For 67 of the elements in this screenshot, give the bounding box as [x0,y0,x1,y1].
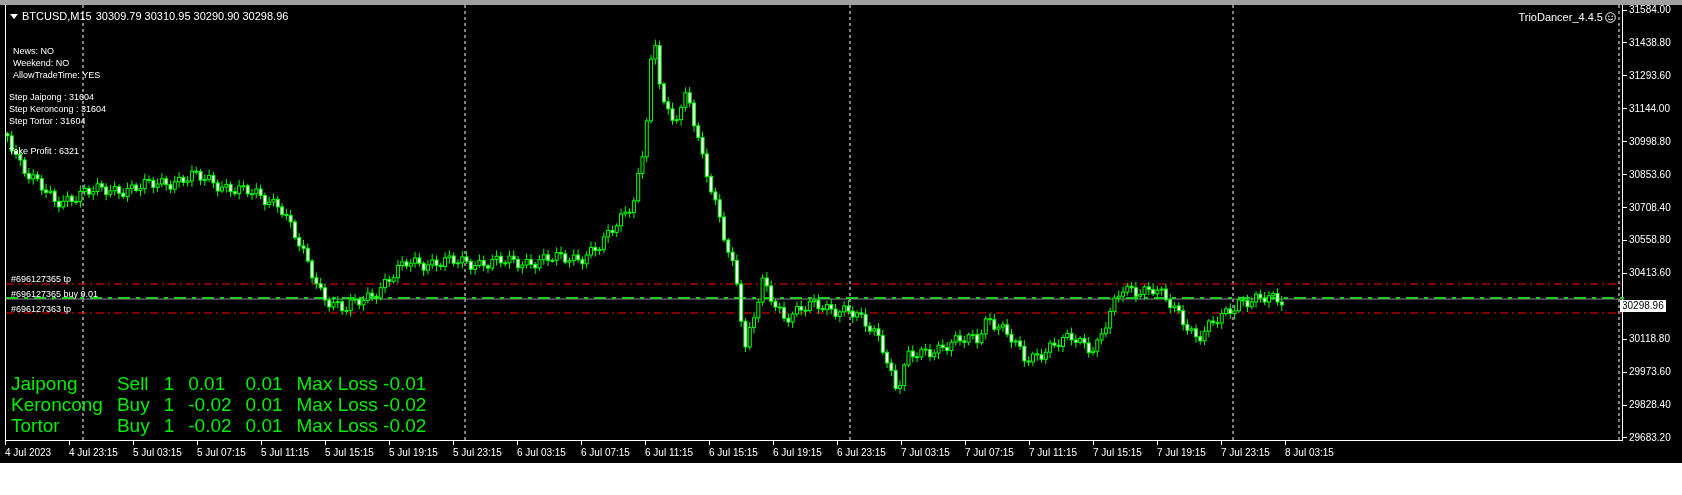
step-line: Step Jaipong : 31604 [9,91,96,103]
max-loss-text: Max Loss -0.02 [296,415,427,436]
price-label: 30998.80 [1629,135,1671,148]
price-label: 29973.60 [1629,366,1671,379]
order-count: 1 [163,394,175,415]
lot-value: 0.01 [245,415,283,436]
price-label: 31584.00 [1629,4,1671,16]
ohlc-values: 30309.79 30310.95 30290.90 30298.96 [95,9,289,24]
time-label: 7 Jul 23:15 [1221,446,1271,460]
time-label: 8 Jul 03:15 [1285,446,1335,460]
order-label: #696127365 buy 0.01 [11,288,99,300]
order-label: #696127365 tp [11,273,73,285]
time-label: 7 Jul 19:15 [1157,446,1207,460]
time-label: 7 Jul 15:15 [1093,446,1143,460]
order-label: #696127363 tp [11,303,73,315]
time-label: 6 Jul 11:15 [645,446,695,460]
order-side: Buy [116,415,150,436]
price-label: 30708.40 [1629,201,1671,214]
time-label: 6 Jul 23:15 [837,446,887,460]
lot-value: 0.01 [245,373,283,394]
time-label: 4 Jul 23:15 [69,446,119,460]
time-label: 6 Jul 03:15 [517,446,567,460]
time-label: 4 Jul 2023 [5,446,53,460]
price-label: 29683.20 [1629,432,1671,444]
status-line: AllowTradeTime: YES [13,69,101,81]
time-label: 6 Jul 07:15 [581,446,631,460]
strategy-name: Tortor [11,415,61,436]
price-label: 30853.60 [1629,168,1671,181]
price-label: 31144.00 [1629,102,1670,115]
step-line: Step Keroncong : 31604 [9,103,107,115]
time-label: 5 Jul 19:15 [389,446,439,460]
strategy-name: Keroncong [11,394,103,415]
price-label: 29828.40 [1629,399,1671,412]
time-label: 6 Jul 15:15 [709,446,759,460]
dropdown-triangle-icon[interactable] [10,13,18,19]
profit-value: -0.02 [188,415,232,436]
time-label: 6 Jul 19:15 [773,446,823,460]
price-label: 30118.80 [1629,333,1670,346]
order-count: 1 [163,373,175,394]
current-price-label: 30298.96 [1620,300,1666,313]
time-label: 7 Jul 03:15 [901,446,951,460]
smiley-icon[interactable] [1605,11,1616,23]
symbol-title: BTCUSD,M15 [22,9,92,24]
strategy-name: Jaipong [11,373,79,394]
price-label: 30413.60 [1629,267,1671,280]
time-label: 5 Jul 03:15 [133,446,183,460]
order-count: 1 [163,415,175,436]
time-label: 7 Jul 11:15 [1029,446,1079,460]
status-line: News: NO [13,45,55,57]
profit-value: 0.01 [188,373,227,394]
time-label: 5 Jul 15:15 [325,446,375,460]
expert-name: TrioDancer_4.4.5 [1518,10,1603,25]
order-side: Sell [116,373,150,394]
order-side: Buy [116,394,150,415]
price-label: 30558.80 [1629,234,1671,247]
status-line: Weekend: NO [13,57,71,69]
max-loss-text: Max Loss -0.02 [296,394,427,415]
time-label: 5 Jul 23:15 [453,446,503,460]
step-line: Step Tortor : 31604 [9,115,87,127]
profit-value: -0.02 [188,394,232,415]
price-label: 31438.80 [1629,36,1671,49]
time-label: 5 Jul 11:15 [261,446,311,460]
lot-value: 0.01 [245,394,283,415]
time-label: 5 Jul 07:15 [197,446,247,460]
time-label: 7 Jul 07:15 [965,446,1015,460]
max-loss-text: Max Loss -0.01 [296,373,427,394]
price-label: 31293.60 [1629,69,1671,82]
